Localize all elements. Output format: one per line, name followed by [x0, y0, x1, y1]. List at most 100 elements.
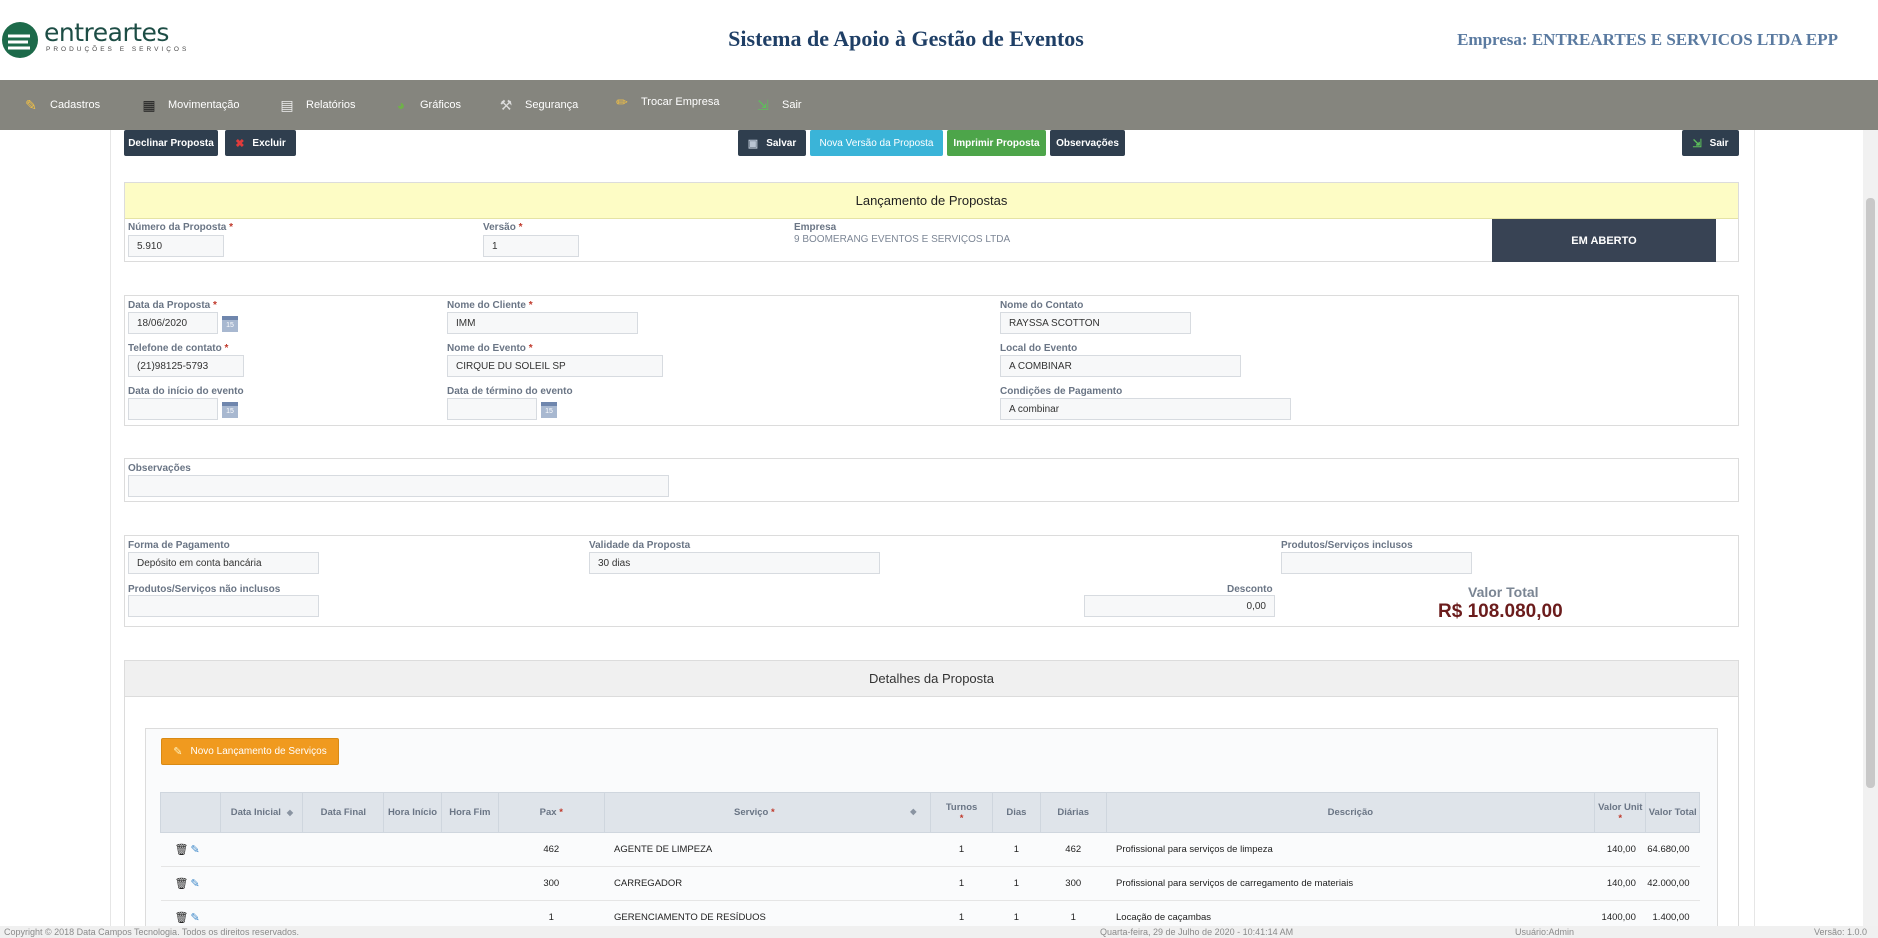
start-date-label: Data do início do evento [128, 386, 244, 397]
exit-button[interactable]: ⇲ Sair [1682, 130, 1739, 156]
contact-label: Nome do Contato [1000, 300, 1084, 311]
cell-turns: 1 [930, 866, 993, 901]
payment-form-field[interactable]: Depósito em conta bancária [128, 552, 319, 574]
col-daily[interactable]: Diárias [1039, 792, 1107, 833]
proposal-data-panel [124, 295, 1739, 426]
notes-field[interactable] [128, 475, 669, 497]
scroll-thumb[interactable] [1866, 198, 1875, 788]
user-text: Usuário:Admin [1515, 927, 1575, 937]
cell-service: AGENTE DE LIMPEZA [604, 832, 931, 867]
col-days[interactable]: Dias [991, 792, 1041, 833]
current-company: Empresa: ENTREARTES E SERVICOS LTDA EPP [1457, 30, 1838, 49]
edit-icon[interactable]: ✎ [191, 877, 200, 890]
exit-icon: ⇲ [757, 97, 769, 113]
trash-icon[interactable]: 🗑︎ [175, 911, 189, 924]
cell-turns: 1 [930, 832, 993, 867]
phone-label: Telefone de contato * [128, 343, 229, 354]
event-name-field[interactable]: CIRQUE DU SOLEIL SP [447, 355, 663, 377]
col-description[interactable]: Descrição [1105, 792, 1596, 833]
col-turns[interactable]: Turnos * [930, 792, 993, 833]
menu-label: Cadastros [50, 99, 101, 111]
calendar-icon[interactable]: 15 [541, 402, 557, 418]
button-label: Novo Lançamento de Serviços [190, 746, 327, 757]
cell-description: Profissional para serviços de carregamen… [1106, 866, 1595, 901]
menu-trocar-empresa[interactable]: ✏ Trocar Empresa [613, 77, 719, 127]
button-label: Salvar [766, 137, 797, 149]
app-header: entreartes PRODUÇÕES E SERVIÇOS Sistema … [0, 0, 1878, 80]
col-end-date[interactable]: Data Final [302, 792, 385, 833]
version-field[interactable]: 1 [483, 235, 579, 257]
col-pax[interactable]: Pax * [498, 792, 605, 833]
cell-unit-value: 140,00 [1594, 866, 1646, 901]
calendar-icon[interactable]: 15 [222, 316, 238, 332]
button-label: Declinar Proposta [128, 137, 214, 149]
proposal-number-field[interactable]: 5.910 [128, 235, 224, 257]
payment-conditions-field[interactable]: A combinar [1000, 398, 1291, 420]
version-label: Versão * [483, 222, 523, 233]
button-label: Observações [1056, 137, 1119, 149]
col-start-date[interactable]: Data Inicial ◆ [220, 792, 304, 833]
notes-button[interactable]: Observações [1050, 130, 1125, 156]
contact-name-field[interactable]: RAYSSA SCOTTON [1000, 312, 1191, 334]
col-end-time[interactable]: Hora Fim [440, 792, 500, 833]
col-unit-value[interactable]: Valor Unit * [1594, 792, 1647, 833]
company-value: 9 BOOMERANG EVENTOS E SERVIÇOS LTDA [794, 234, 1011, 245]
calendar-icon[interactable]: 15 [222, 402, 238, 418]
floppy-icon: ▣ [747, 137, 759, 150]
notes-label: Observações [128, 463, 191, 474]
table-row: 🗑︎ ✎ 462 AGENTE DE LIMPEZA 1 1 462 Profissional… [160, 832, 1700, 867]
cell-total-value: 42.000,00 [1645, 866, 1700, 901]
col-service[interactable]: Serviço * ◆ [603, 792, 932, 833]
menu-seguranca[interactable]: ⚒ Segurança [497, 80, 579, 130]
trash-icon[interactable]: 🗑︎ [175, 877, 189, 890]
col-total-value[interactable]: Valor Total [1645, 792, 1700, 833]
col-start-time[interactable]: Hora Início [383, 792, 442, 833]
button-label: Imprimir Proposta [953, 137, 1040, 149]
close-icon: ✖ [235, 137, 245, 150]
discount-field[interactable]: 0,00 [1084, 595, 1275, 617]
event-label: Nome do Evento * [447, 343, 533, 354]
vertical-scrollbar[interactable] [1863, 130, 1878, 930]
client-name-field[interactable]: IMM [447, 312, 638, 334]
menu-label: Sair [782, 99, 802, 111]
new-version-button[interactable]: Nova Versão da Proposta [810, 130, 943, 156]
total-label: Valor Total [1468, 584, 1539, 600]
cell-pax: 300 [498, 866, 605, 901]
start-date-field[interactable] [128, 398, 218, 420]
trash-icon[interactable]: 🗑︎ [175, 843, 189, 856]
company-label: Empresa [794, 222, 837, 233]
not-included-field[interactable] [128, 595, 319, 617]
proposal-date-field[interactable]: 18/06/2020 [128, 312, 218, 334]
end-date-label: Data de término do evento [447, 386, 573, 397]
table-row: 🗑︎ ✎ 300 CARREGADOR 1 1 300 Profissional para s… [160, 866, 1700, 901]
cell-end-date [302, 832, 384, 867]
menu-sair[interactable]: ⇲ Sair [754, 80, 802, 130]
end-date-field[interactable] [447, 398, 537, 420]
cell-service: CARREGADOR [604, 866, 931, 901]
new-service-button[interactable]: ✎ Novo Lançamento de Serviços [161, 738, 339, 765]
cell-start-date [220, 832, 303, 867]
pencil-icon: ✎ [25, 97, 37, 113]
print-proposal-button[interactable]: Imprimir Proposta [947, 130, 1046, 156]
cell-unit-value: 140,00 [1594, 832, 1646, 867]
button-label: Excluir [252, 137, 286, 149]
delete-button[interactable]: ✖ Excluir [225, 130, 296, 156]
menu-graficos[interactable]: ◕ Gráficos [392, 80, 461, 130]
included-field[interactable] [1281, 552, 1472, 574]
client-label: Nome do Cliente * [447, 300, 533, 311]
validity-field[interactable]: 30 dias [589, 552, 880, 574]
not-included-label: Produtos/Serviços não inclusos [128, 584, 281, 595]
phone-field[interactable]: (21)98125-5793 [128, 355, 244, 377]
event-location-field[interactable]: A COMBINAR [1000, 355, 1241, 377]
cell-daily: 300 [1040, 866, 1106, 901]
menu-cadastros[interactable]: ✎ Cadastros [22, 80, 100, 130]
menu-relatorios[interactable]: ▤ Relatórios [278, 80, 355, 130]
cell-days: 1 [992, 866, 1041, 901]
decline-proposal-button[interactable]: Declinar Proposta [124, 130, 218, 156]
edit-icon[interactable]: ✎ [191, 911, 200, 924]
edit-icon[interactable]: ✎ [191, 843, 200, 856]
cell-actions: 🗑︎ ✎ [160, 866, 221, 901]
menu-movimentacao[interactable]: ▦ Movimentação [140, 80, 239, 130]
save-button[interactable]: ▣ Salvar [738, 130, 806, 156]
cell-end-time [441, 866, 499, 901]
